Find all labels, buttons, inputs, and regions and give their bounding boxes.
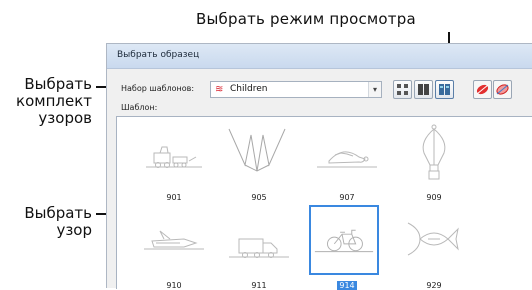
pattern-number: 909 <box>426 193 442 202</box>
detail-view-button[interactable] <box>435 80 454 99</box>
pattern-number: 905 <box>251 193 267 202</box>
train-car-icon <box>146 146 202 168</box>
pattern-label-901: 901 <box>140 193 208 202</box>
columns-view-icon <box>418 84 429 95</box>
pattern-thumb-901[interactable] <box>140 121 208 189</box>
pattern-label-914: 914 <box>313 281 381 290</box>
stitch-fill-icon <box>476 84 489 95</box>
pattern-set-value: Children <box>230 84 268 94</box>
pattern-thumb-907[interactable] <box>313 121 381 189</box>
select-set-callout: Выбрать комплект узоров <box>0 76 92 127</box>
pattern-thumb-929[interactable] <box>400 209 468 277</box>
truck-icon <box>229 238 289 258</box>
pattern-thumb-905[interactable] <box>225 121 293 189</box>
airplane-icon <box>144 230 204 250</box>
pattern-thumb-910[interactable] <box>140 209 208 277</box>
pattern-thumb-911[interactable] <box>225 209 293 277</box>
pattern-number: 907 <box>339 193 355 202</box>
pattern-number: 910 <box>166 281 182 290</box>
turtle-icon <box>317 151 377 168</box>
pattern-label-929: 929 <box>400 281 468 290</box>
select-pattern-callout-text: Выбрать узор <box>24 204 92 239</box>
stitch-outline-button[interactable] <box>493 80 512 99</box>
stitch-outline-icon <box>496 84 509 95</box>
columns-view-button[interactable] <box>414 80 433 99</box>
fish-icon <box>407 222 459 256</box>
pattern-thumb-914[interactable] <box>309 205 379 275</box>
select-pattern-callout: Выбрать узор <box>0 205 92 239</box>
pattern-label-907: 907 <box>313 193 381 202</box>
pattern-list-label: Шаблон: <box>121 103 158 112</box>
pattern-number: 901 <box>166 193 182 202</box>
zigzag-lines-icon <box>228 128 286 172</box>
pattern-set-dropdown[interactable]: ≋ Children ▾ <box>210 81 382 98</box>
pattern-thumb-909[interactable] <box>400 121 468 189</box>
pattern-label-910: 910 <box>140 281 208 290</box>
select-set-callout-text: Выбрать комплект узоров <box>16 75 92 127</box>
pattern-label-911: 911 <box>225 281 293 290</box>
dialog-title: Выбрать образец <box>117 50 200 60</box>
dropdown-arrow-icon[interactable]: ▾ <box>368 82 381 97</box>
pattern-number: 911 <box>251 281 267 290</box>
pattern-set-label: Набор шаблонов: <box>121 84 195 93</box>
hot-air-balloon-icon <box>422 124 446 180</box>
red-zigzag-icon: ≋ <box>215 84 224 95</box>
bicycle-icon <box>314 229 374 253</box>
grid-view-icon <box>397 84 408 95</box>
pattern-number: 929 <box>426 281 442 290</box>
pattern-number: 914 <box>337 281 357 290</box>
pattern-label-905: 905 <box>225 193 293 202</box>
stitch-fill-button[interactable] <box>473 80 492 99</box>
pattern-grid: 901 905 907 909 910 911 914 929 <box>116 116 532 290</box>
detail-view-icon <box>439 84 450 95</box>
view-mode-callout: Выбрать режим просмотра <box>196 10 416 28</box>
pattern-label-909: 909 <box>400 193 468 202</box>
select-pattern-dialog: Выбрать образец Набор шаблонов: ≋ Childr… <box>106 43 532 290</box>
grid-view-button[interactable] <box>393 80 412 99</box>
